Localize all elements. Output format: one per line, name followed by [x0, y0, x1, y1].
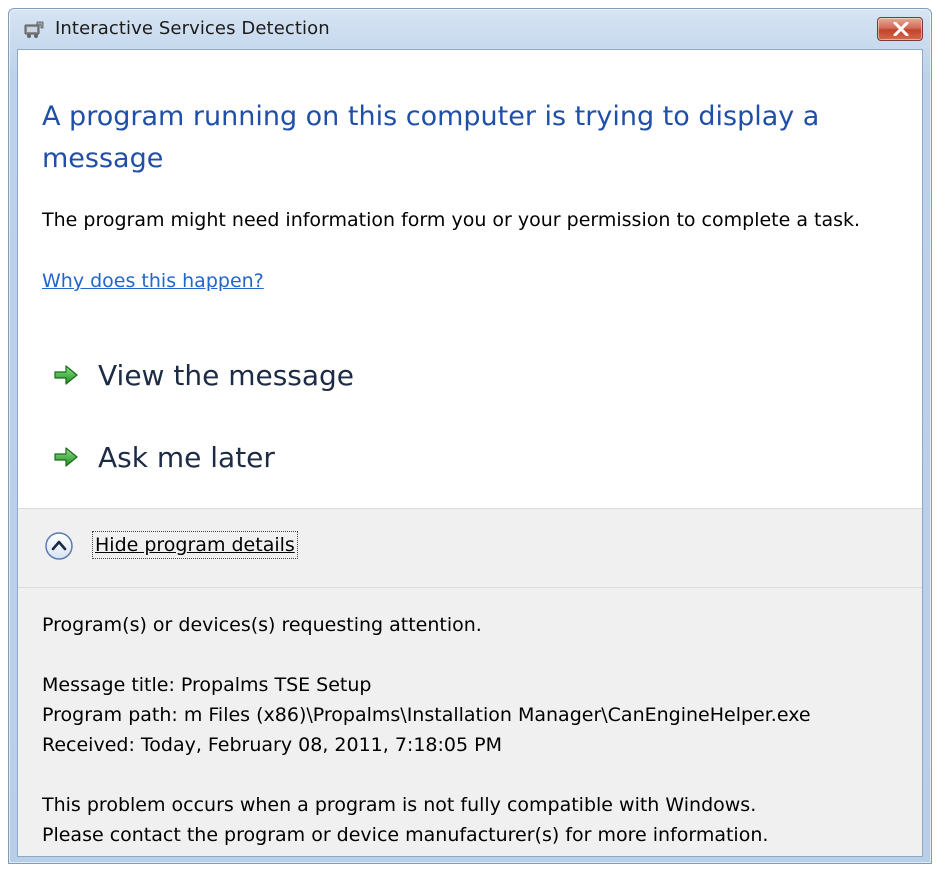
contact-manufacturer-text: Please contact the program or device man…: [42, 824, 769, 846]
why-does-this-happen-link[interactable]: Why does this happen?: [42, 270, 264, 292]
requesting-attention-text: Program(s) or devices(s) requesting atte…: [42, 614, 482, 636]
message-title-text: Message title: Propalms TSE Setup: [42, 674, 372, 696]
green-arrow-icon: [54, 365, 78, 385]
ask-me-later-label: Ask me later: [98, 440, 275, 474]
chevron-up-icon[interactable]: [44, 531, 74, 561]
view-message-command[interactable]: View the message: [52, 350, 354, 400]
ask-me-later-command[interactable]: Ask me later: [52, 432, 275, 482]
view-message-label: View the message: [98, 358, 355, 392]
window-title: Interactive Services Detection: [55, 18, 330, 39]
interactive-services-icon: [23, 19, 45, 39]
green-arrow-icon: [54, 447, 78, 467]
program-details-panel: Program(s) or devices(s) requesting atte…: [18, 588, 922, 856]
compatibility-text: This problem occurs when a program is no…: [42, 794, 757, 816]
details-toggle-bar: Hide program details: [18, 508, 922, 588]
received-text: Received: Today, February 08, 2011, 7:18…: [42, 734, 502, 756]
title-bar[interactable]: Interactive Services Detection: [9, 9, 931, 49]
hide-program-details-toggle[interactable]: Hide program details: [92, 531, 298, 559]
close-button[interactable]: [877, 17, 923, 41]
dialog-window: Interactive Services Detection A program…: [8, 8, 932, 864]
content-text: The program might need information form …: [42, 209, 861, 231]
dialog-content: A program running on this computer is tr…: [17, 49, 923, 857]
program-path-text: Program path: m Files (x86)\Propalms\Ins…: [42, 704, 811, 726]
close-icon: [893, 22, 909, 36]
main-instruction: A program running on this computer is tr…: [42, 101, 820, 174]
